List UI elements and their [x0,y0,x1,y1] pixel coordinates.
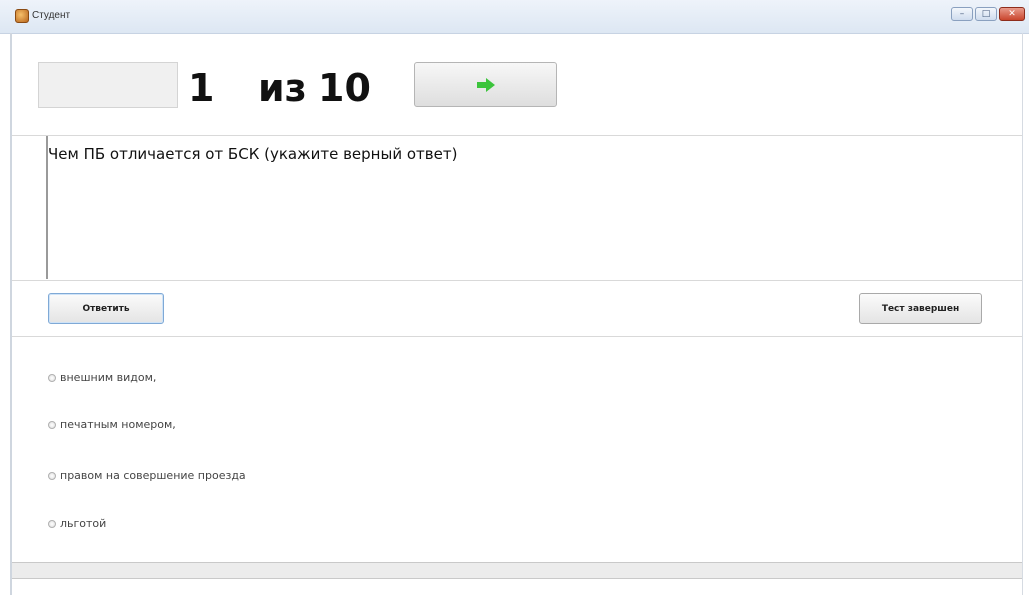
app-icon [15,9,29,23]
answer-button[interactable]: Ответить [48,293,164,324]
question-of-label: из [258,66,307,110]
window-title: Студент [32,10,71,21]
option-label: внешним видом, [60,371,157,384]
title-bar: Студент – □ ✕ [0,0,1029,34]
window-controls: – □ ✕ [951,7,1025,21]
radio-button[interactable] [48,373,56,382]
minimize-button[interactable]: – [951,7,973,21]
option-2[interactable]: печатным номером, [48,418,176,431]
next-question-button[interactable] [414,62,557,107]
option-4[interactable]: льготой [48,517,106,530]
finish-test-button[interactable]: Тест завершен [859,293,982,324]
option-label: печатным номером, [60,418,176,431]
question-text: Чем ПБ отличается от БСК (укажите верный… [48,145,458,163]
total-questions-number: 10 [318,66,371,110]
radio-button[interactable] [48,519,56,528]
window-frame-left [10,33,12,595]
option-3[interactable]: правом на совершение проезда [48,469,246,482]
radio-button[interactable] [48,420,56,429]
divider [12,336,1022,337]
current-question-number: 1 [188,66,215,110]
divider [12,280,1022,281]
arrow-right-icon [476,77,495,92]
status-bar [12,562,1022,579]
option-label: льготой [60,517,107,530]
radio-button[interactable] [48,471,56,480]
maximize-button[interactable]: □ [975,7,997,21]
option-1[interactable]: внешним видом, [48,371,156,384]
window-frame-right [1022,33,1023,595]
timer-box [38,62,178,108]
close-button[interactable]: ✕ [999,7,1025,21]
option-label: правом на совершение проезда [60,469,246,482]
